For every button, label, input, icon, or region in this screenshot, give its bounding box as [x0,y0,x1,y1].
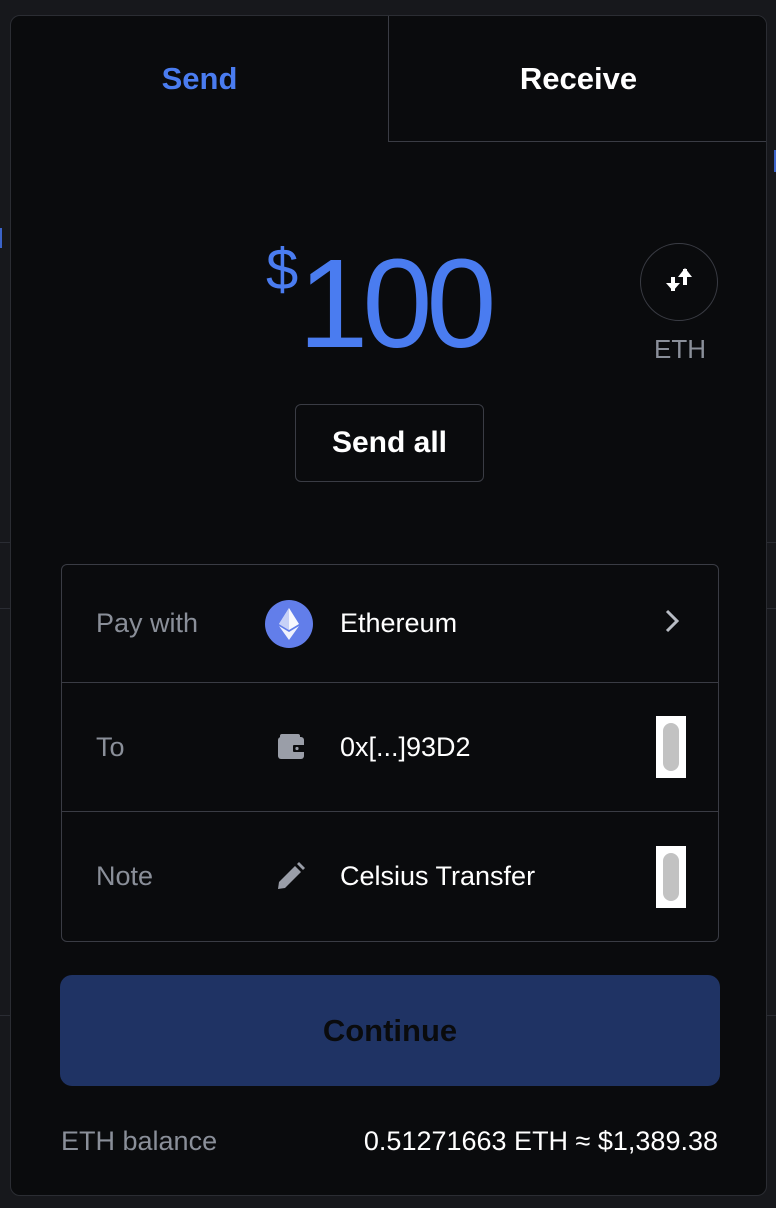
swap-currency-label: ETH [654,334,706,364]
pay-with-value: Ethereum [340,608,458,638]
note-scroll-handle[interactable] [656,845,686,908]
send-all-button[interactable]: Send all [295,404,484,482]
wallet-icon [277,734,305,760]
continue-button[interactable]: Continue [60,975,720,1086]
pencil-icon [274,861,306,893]
currency-symbol: $ [266,237,299,302]
background-chart-line [766,150,776,172]
note-value: Celsius Transfer [340,861,536,891]
recipient-scroll-handle[interactable] [656,716,686,778]
note-row[interactable]: Note Celsius Transfer [62,812,718,941]
send-receive-panel: Send Receive $ 100 ETH Send all Pay with [10,15,767,1196]
tab-receive[interactable]: Receive [388,16,766,142]
tab-send[interactable]: Send [11,16,388,142]
to-label: To [96,731,125,762]
note-label: Note [96,861,154,891]
pay-with-row[interactable]: Pay with Ethereum [62,565,718,683]
ethereum-icon [265,599,313,648]
recipient-address: 0x[...]93D2 [340,731,471,762]
swap-arrows-icon [662,263,696,302]
amount-display[interactable]: $ 100 [266,233,497,374]
eth-balance-label: ETH balance [61,1126,218,1156]
chevron-right-icon [664,608,680,639]
eth-balance-value: 0.51271663 ETH ≈ $1,389.38 [363,1126,718,1156]
pay-with-label: Pay with [96,608,199,638]
swap-currency-button[interactable] [640,243,718,321]
amount-value: 100 [298,233,496,374]
to-row[interactable]: To 0x[...]93D2 [62,683,718,812]
tab-bar: Send Receive [11,16,766,142]
transaction-form: Pay with Ethereum To 0x[...]93D2 Note Ce… [61,564,719,942]
